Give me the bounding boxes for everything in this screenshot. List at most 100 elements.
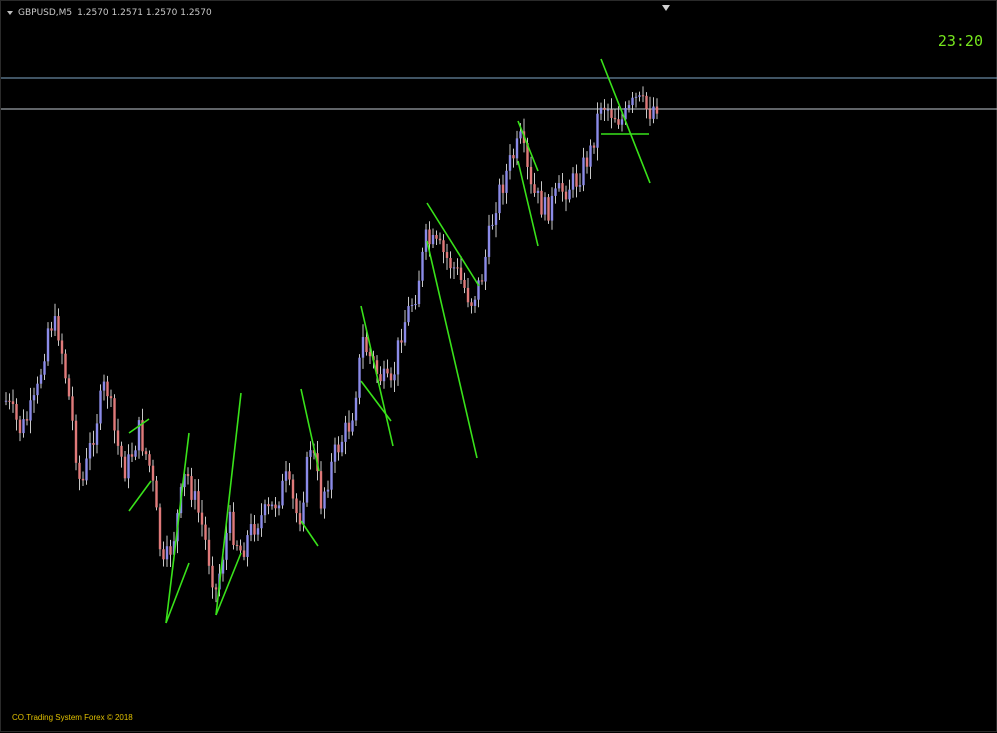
candle <box>81 471 85 487</box>
candle-body <box>603 107 606 110</box>
candle <box>414 295 417 310</box>
candle-body <box>424 229 428 252</box>
candle <box>232 502 235 550</box>
candle <box>64 349 67 384</box>
candle-body <box>613 117 617 120</box>
candle <box>46 322 50 366</box>
candle <box>235 540 239 551</box>
candle-body <box>515 138 519 159</box>
price-chart[interactable] <box>1 1 997 733</box>
candle <box>267 497 270 515</box>
candle-body <box>281 480 284 506</box>
candle <box>410 298 414 313</box>
candle <box>631 91 634 113</box>
candle-body <box>85 458 88 481</box>
candle <box>606 103 610 121</box>
chart-window[interactable]: GBPUSD,M5 1.2570 1.2571 1.2570 1.2570 23… <box>0 0 997 732</box>
candle <box>344 415 347 455</box>
candle <box>298 500 302 532</box>
candle-body <box>309 450 312 457</box>
candle-body <box>480 280 484 282</box>
candle-body <box>547 197 550 221</box>
candle-body <box>638 95 641 97</box>
candle <box>463 272 466 294</box>
candle <box>354 391 358 426</box>
dropdown-triangle-icon[interactable] <box>7 11 13 15</box>
candle <box>540 181 543 218</box>
candle-body <box>232 511 235 546</box>
candle-body <box>592 145 596 148</box>
candle <box>200 499 204 537</box>
candle-body <box>78 462 81 479</box>
candle-body <box>620 119 624 125</box>
candle <box>60 333 64 365</box>
candle <box>95 414 99 454</box>
candle <box>431 228 435 248</box>
candle-body <box>36 383 39 396</box>
candle <box>8 393 11 410</box>
candle <box>407 296 410 326</box>
candle <box>610 98 613 129</box>
candle-body <box>508 155 512 171</box>
candle-body <box>473 299 477 306</box>
candle <box>109 389 113 408</box>
chart-shift-triangle-icon[interactable] <box>662 5 670 11</box>
candle-body <box>295 498 298 514</box>
candle <box>351 413 354 436</box>
candle-body <box>302 502 305 525</box>
candle-body <box>242 550 246 557</box>
candle <box>249 513 253 542</box>
candle <box>554 182 557 204</box>
candle <box>477 277 480 308</box>
candle-body <box>263 504 267 516</box>
candle-body <box>81 478 85 481</box>
candle <box>421 247 424 287</box>
candle <box>141 408 144 456</box>
candle-body <box>169 546 172 555</box>
candle <box>309 441 312 470</box>
candle-body <box>571 173 575 190</box>
candle <box>323 487 326 519</box>
candle-body <box>43 361 46 375</box>
candle <box>39 368 43 389</box>
candle-body <box>74 420 78 463</box>
candle-body <box>92 443 95 445</box>
candle-body <box>15 404 18 420</box>
candle <box>613 108 617 123</box>
candle-body <box>207 539 211 566</box>
candle-body <box>599 107 603 114</box>
candle <box>134 445 137 461</box>
candle <box>652 97 655 124</box>
candle <box>470 298 473 314</box>
candle <box>204 516 207 550</box>
candle <box>589 139 592 179</box>
candle-body <box>428 229 431 245</box>
candle <box>99 384 102 431</box>
candle <box>214 583 218 603</box>
candle-body <box>631 97 634 106</box>
candle <box>151 459 155 492</box>
candle-body <box>596 113 599 148</box>
candle <box>648 96 652 126</box>
candle <box>571 167 575 198</box>
candle <box>389 367 393 388</box>
candle-timer: 23:20 <box>937 32 983 50</box>
candle <box>78 455 81 491</box>
candle-body <box>323 491 326 509</box>
candle-body <box>32 395 36 401</box>
candle <box>253 515 256 542</box>
candle <box>295 493 298 523</box>
candle-body <box>155 480 158 508</box>
candle-body <box>162 549 165 560</box>
candle-body <box>540 190 543 215</box>
candle-body <box>340 441 344 453</box>
candle-body <box>652 106 655 119</box>
candle-body <box>326 489 330 492</box>
indicator-segment <box>360 305 394 447</box>
candle <box>71 386 74 431</box>
candle <box>627 100 631 113</box>
candle-body <box>253 524 256 535</box>
candle-body <box>200 512 204 525</box>
candle <box>326 480 330 498</box>
candle <box>340 435 344 457</box>
